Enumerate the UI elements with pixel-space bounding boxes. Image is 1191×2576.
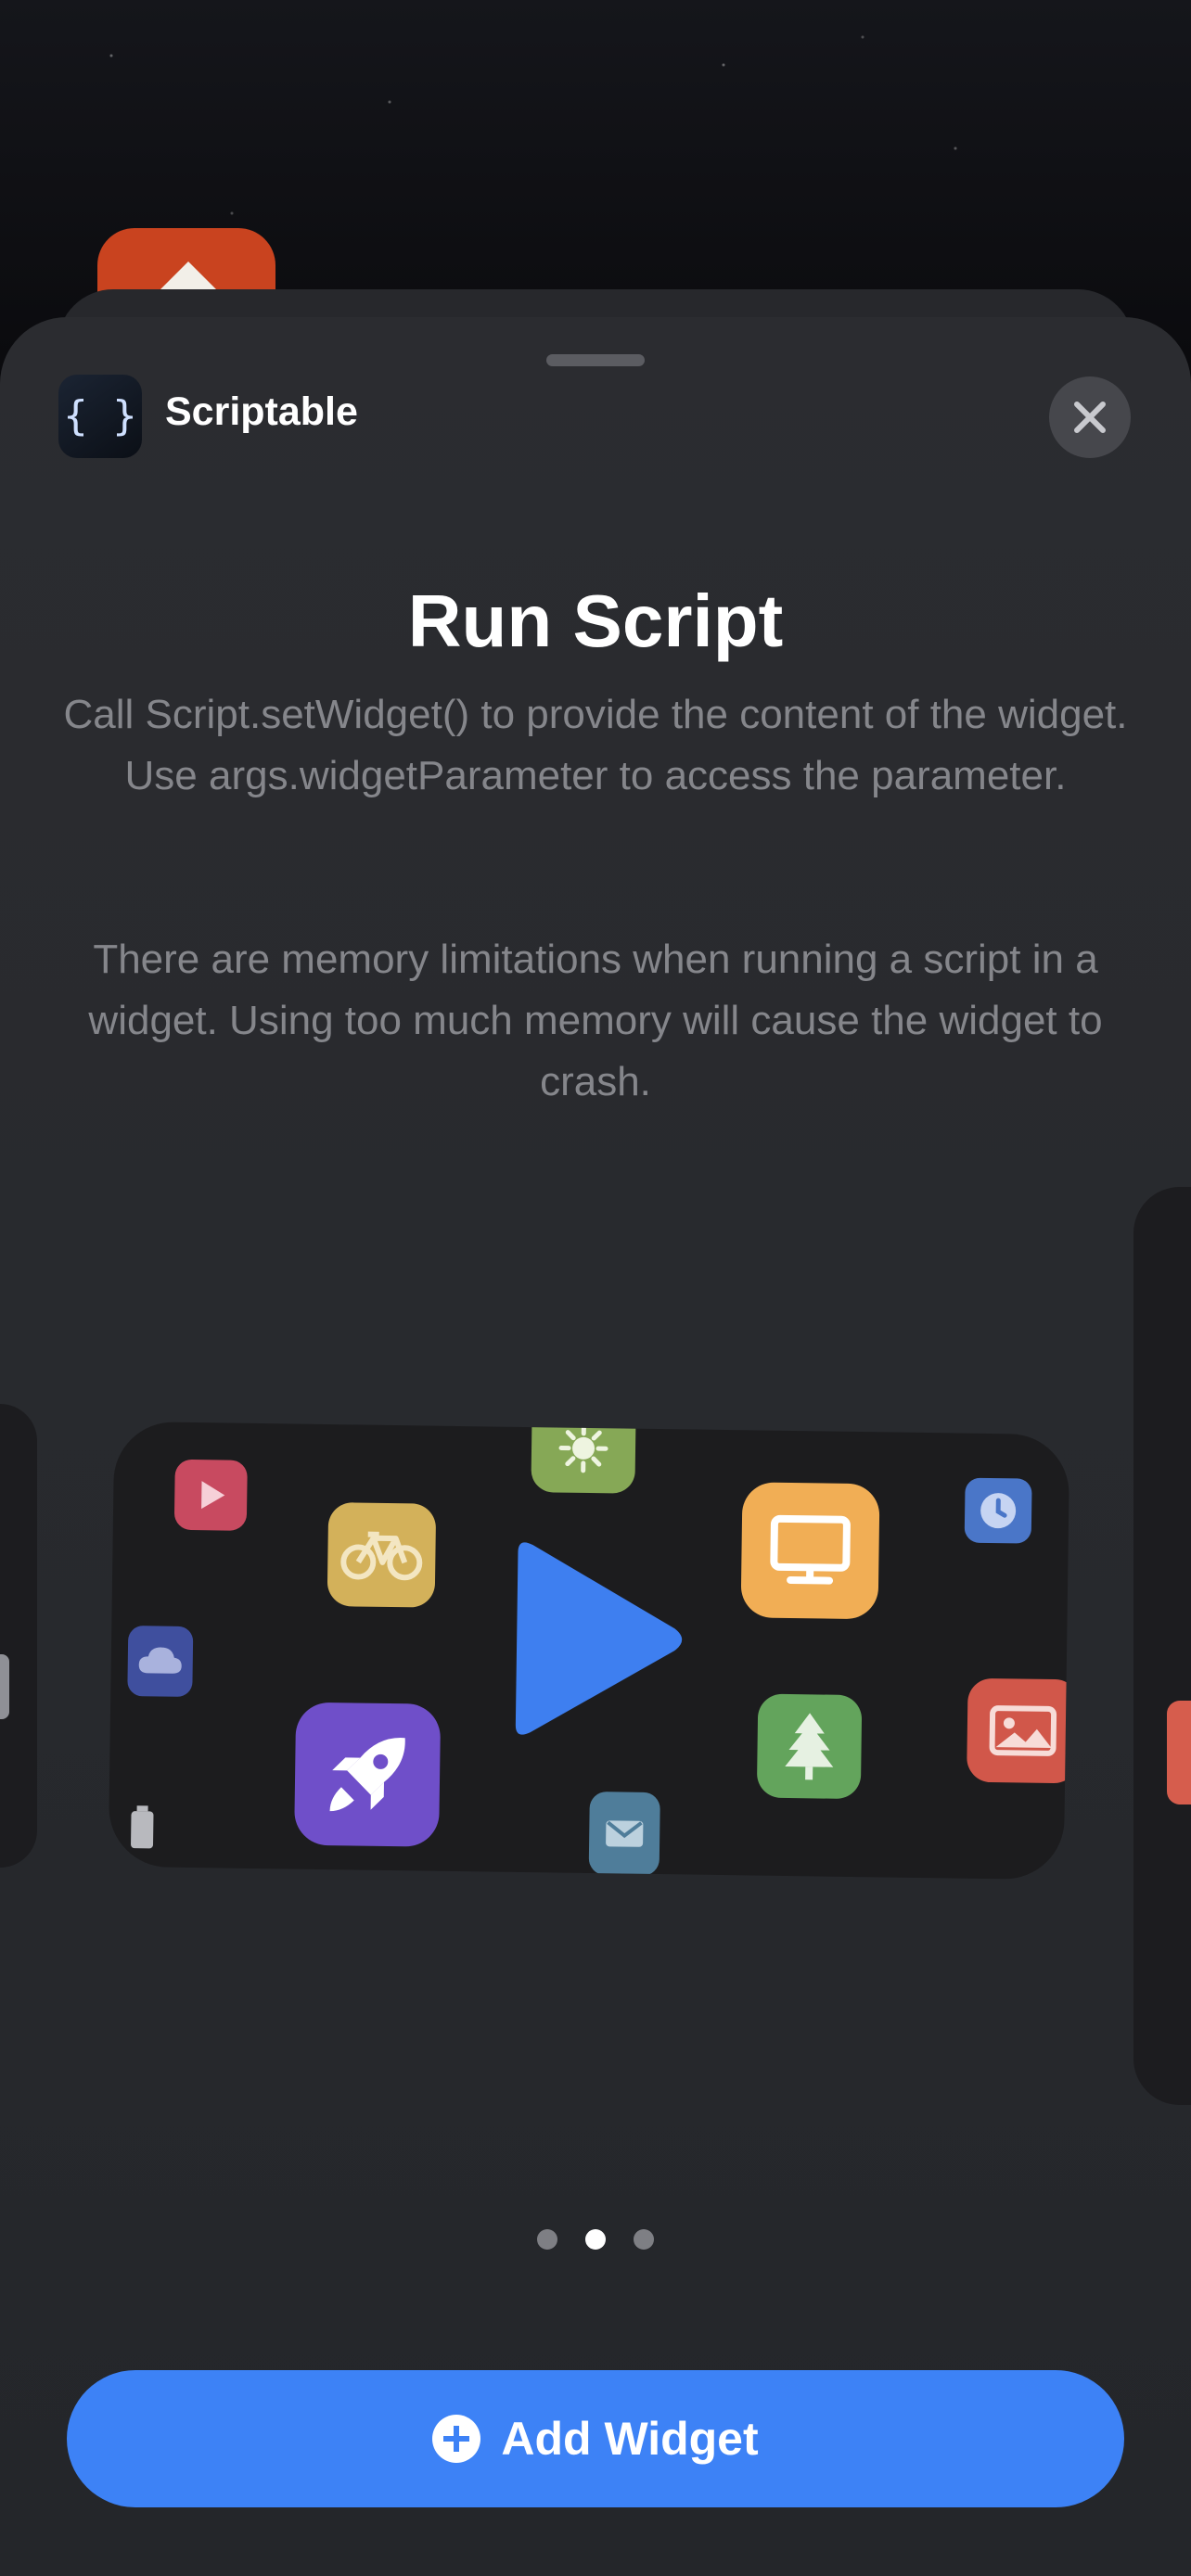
image-icon [967,1677,1070,1784]
widget-description: Call Script.setWidget() to provide the c… [63,692,1128,798]
play-small-icon [173,1459,248,1531]
image-icon [1167,1701,1191,1804]
sun-icon [531,1421,636,1494]
widget-preview[interactable] [108,1421,1070,1881]
add-widget-button[interactable]: Add Widget [67,2370,1124,2507]
scriptable-app-icon: { } [58,375,142,458]
page-dot-2[interactable] [585,2229,606,2250]
plus-icon [432,2415,481,2463]
play-large-icon [492,1529,698,1754]
next-widget-preview[interactable] [1133,1187,1191,2105]
close-icon [1074,402,1106,433]
widget-gallery-sheet: { } Scriptable Run Script Call Script.se… [0,317,1191,2576]
battery-icon [123,1794,161,1860]
previous-widget-preview[interactable] [0,1404,37,1868]
rocket-icon [294,1702,442,1847]
mail-icon [588,1792,660,1877]
clock-icon [964,1477,1032,1544]
add-widget-label: Add Widget [501,2413,759,2465]
page-dot-1[interactable] [537,2229,557,2250]
tree-icon [756,1693,863,1800]
sheet-grabber[interactable] [546,354,645,366]
cloud-icon [127,1626,194,1698]
page-dot-3[interactable] [634,2229,654,2250]
widget-title: Run Script [407,580,784,662]
bicycle-icon [327,1502,437,1608]
monitor-icon [740,1482,880,1620]
battery-icon [0,1654,9,1719]
page-indicator[interactable] [0,2229,1191,2254]
widget-memory-note: There are memory limitations when runnin… [88,937,1103,1104]
close-button[interactable] [1049,376,1131,458]
app-name: Scriptable [165,389,358,434]
